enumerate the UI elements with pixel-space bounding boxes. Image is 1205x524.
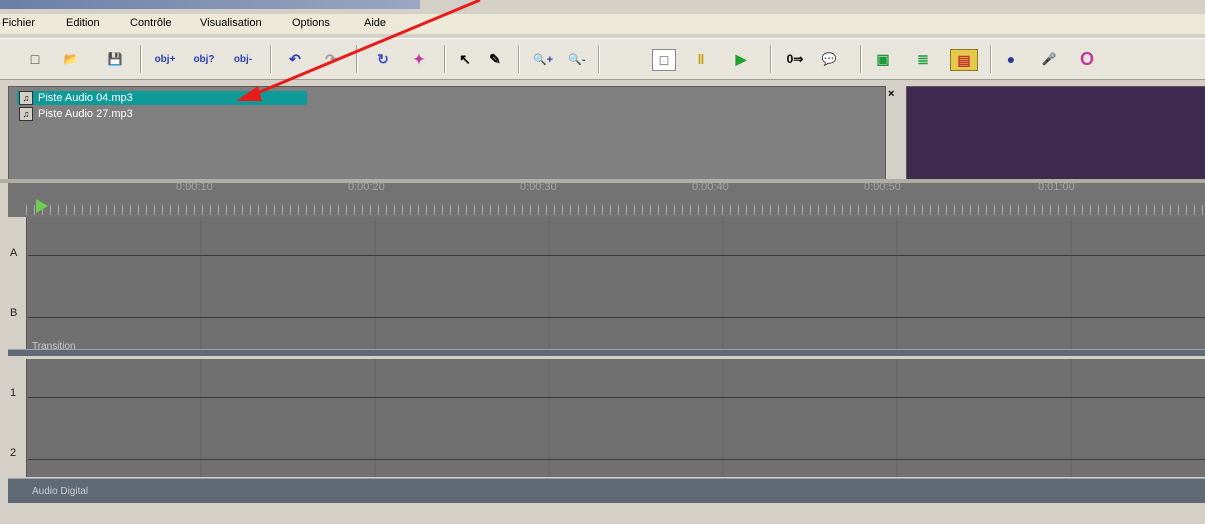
media-item[interactable]: ♫ Piste Audio 04.mp3: [17, 91, 307, 105]
undo-icon[interactable]: ↶: [284, 49, 306, 69]
playhead-icon[interactable]: [36, 199, 48, 213]
audio-digital-bar: [8, 478, 1205, 503]
record-icon[interactable]: ●: [1000, 49, 1022, 69]
track-label-2: 2: [10, 447, 17, 459]
comment-icon[interactable]: 💬: [818, 49, 840, 69]
toolbar-separator: [356, 45, 357, 73]
audio-digital-label: Audio Digital: [32, 486, 89, 497]
track-label-a: A: [10, 247, 18, 259]
obj-remove-icon[interactable]: obj-: [228, 49, 258, 69]
mixer-icon[interactable]: ≣: [912, 49, 934, 69]
music-note-icon: ♫: [19, 107, 33, 121]
menu-fichier[interactable]: Fichier: [2, 17, 35, 29]
menu-visualisation[interactable]: Visualisation: [200, 17, 262, 29]
media-bin: ♫ Piste Audio 04.mp3 ♫ Piste Audio 27.mp…: [8, 86, 886, 181]
track-divider: [28, 397, 1205, 398]
audio-track-labels: 1 2: [8, 359, 27, 477]
obj-help-icon[interactable]: obj?: [189, 49, 219, 69]
loop-icon[interactable]: O: [1076, 49, 1098, 69]
track-divider: [28, 255, 1205, 256]
mic-icon[interactable]: 🎤: [1038, 49, 1060, 69]
menu-edition[interactable]: Edition: [66, 17, 100, 29]
time-ruler[interactable]: 0:00:10 0:00:20 0:00:30 0:00:40 0:00:50 …: [8, 181, 1205, 217]
stop-icon[interactable]: □: [652, 49, 676, 71]
ruler-ticks: [26, 205, 1205, 215]
toolbar: □ 📂 💾 obj+ obj? obj- ↶ ↷ ↻ ✦ ↖ ✎ 🔍+ 🔍- □…: [0, 38, 1205, 80]
ruler-label: 0:01:00: [1038, 181, 1075, 193]
video-track-labels: A B: [8, 217, 27, 353]
transition-bar: [8, 349, 1205, 356]
title-strip: [0, 0, 1205, 12]
toolbar-separator: [140, 45, 141, 73]
redo-icon[interactable]: ↷: [320, 49, 342, 69]
save-icon[interactable]: 💾: [104, 49, 126, 69]
film-icon[interactable]: ▤: [950, 49, 978, 71]
title-bar-fragment: [0, 0, 420, 9]
ruler-label: 0:00:20: [348, 181, 385, 193]
ruler-label: 0:00:50: [864, 181, 901, 193]
effect-icon[interactable]: ✦: [408, 49, 430, 69]
close-icon[interactable]: ×: [888, 88, 894, 100]
toolbar-separator: [860, 45, 861, 73]
open-icon[interactable]: 📂: [60, 49, 82, 69]
menu-options[interactable]: Options: [292, 17, 330, 29]
media-item-label: Piste Audio 27.mp3: [38, 108, 133, 120]
zoom-out-icon[interactable]: 🔍-: [562, 49, 592, 69]
toolbar-separator: [518, 45, 519, 73]
menu-bar: Fichier Edition Contrôle Visualisation O…: [0, 14, 1205, 34]
video-track-area[interactable]: [28, 217, 1205, 353]
media-item[interactable]: ♫ Piste Audio 27.mp3: [17, 107, 133, 121]
preview-window: [906, 86, 1205, 180]
track-divider: [28, 459, 1205, 460]
obj-add-icon[interactable]: obj+: [150, 49, 180, 69]
track-divider: [28, 317, 1205, 318]
monitor-icon[interactable]: ▣: [872, 49, 894, 69]
ruler-label: 0:00:30: [520, 181, 557, 193]
transition-label: Transition: [32, 341, 76, 352]
music-note-icon: ♫: [19, 91, 33, 105]
menu-aide[interactable]: Aide: [364, 17, 386, 29]
toolbar-separator: [270, 45, 271, 73]
play-icon[interactable]: ▶: [730, 49, 752, 69]
toolbar-separator: [598, 45, 599, 73]
counter-icon[interactable]: 0⇒: [780, 49, 810, 69]
pause-icon[interactable]: ‖: [690, 49, 712, 69]
track-label-1: 1: [10, 387, 17, 399]
ruler-label: 0:00:10: [176, 181, 213, 193]
pen-icon[interactable]: ✎: [484, 49, 506, 69]
toolbar-separator: [770, 45, 771, 73]
toolbar-separator: [444, 45, 445, 73]
media-item-label: Piste Audio 04.mp3: [38, 92, 133, 104]
ruler-label: 0:00:40: [692, 181, 729, 193]
pick-icon[interactable]: ↖: [454, 49, 476, 69]
audio-timeline: 1 2: [8, 359, 1205, 477]
refresh-icon[interactable]: ↻: [372, 49, 394, 69]
menu-controle[interactable]: Contrôle: [130, 17, 172, 29]
zoom-in-icon[interactable]: 🔍+: [528, 49, 558, 69]
toolbar-separator: [990, 45, 991, 73]
video-timeline: 0:00:10 0:00:20 0:00:30 0:00:40 0:00:50 …: [8, 181, 1205, 353]
track-label-b: B: [10, 307, 18, 319]
new-icon[interactable]: □: [26, 49, 44, 69]
